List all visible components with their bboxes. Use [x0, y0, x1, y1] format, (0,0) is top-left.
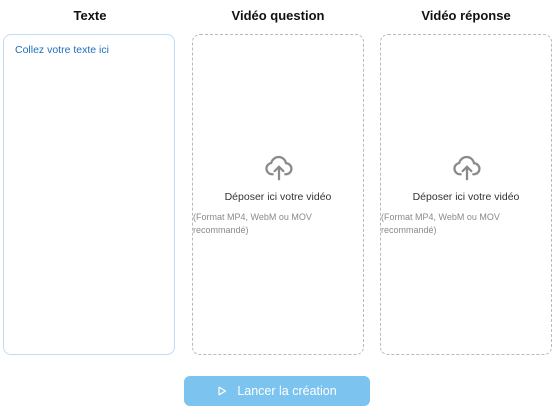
text-input[interactable] [4, 35, 174, 354]
launch-creation-button[interactable]: Lancer la création [184, 376, 370, 406]
video-reponse-column-title: Vidéo réponse [421, 8, 511, 23]
upload-cloud-icon [265, 155, 293, 181]
video-question-dropzone[interactable]: Déposer ici votre vidéo (Format MP4, Web… [192, 34, 364, 355]
video-question-column-title: Vidéo question [231, 8, 325, 23]
video-question-format-hint: (Format MP4, WebM ou MOV recommandé) [193, 212, 312, 235]
text-panel [3, 34, 175, 355]
launch-creation-label: Lancer la création [237, 384, 337, 398]
text-column-title: Texte [73, 8, 107, 23]
video-reponse-dropzone[interactable]: Déposer ici votre vidéo (Format MP4, Web… [380, 34, 552, 355]
video-question-drop-label: Déposer ici votre vidéo [224, 191, 332, 203]
video-creation-form: Texte Vidéo question Vidéo réponse Dépos… [0, 0, 560, 417]
video-reponse-format-hint: (Format MP4, WebM ou MOV recommandé) [381, 212, 500, 235]
video-reponse-drop-label: Déposer ici votre vidéo [412, 191, 520, 203]
upload-cloud-icon [453, 155, 481, 181]
play-icon [218, 386, 227, 396]
